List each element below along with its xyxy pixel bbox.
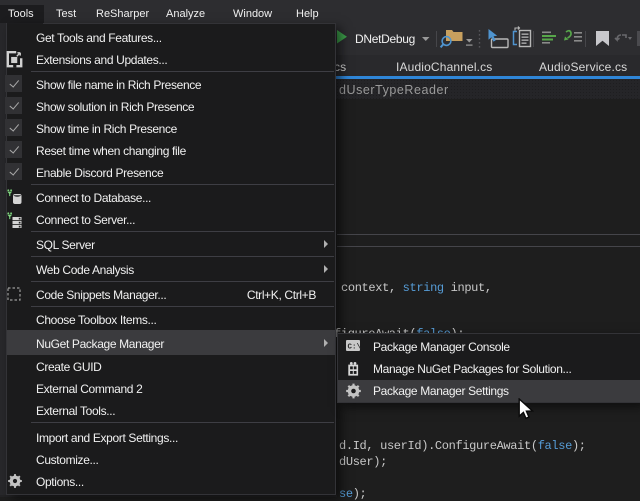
svg-text:C:\: C:\ xyxy=(348,344,362,352)
